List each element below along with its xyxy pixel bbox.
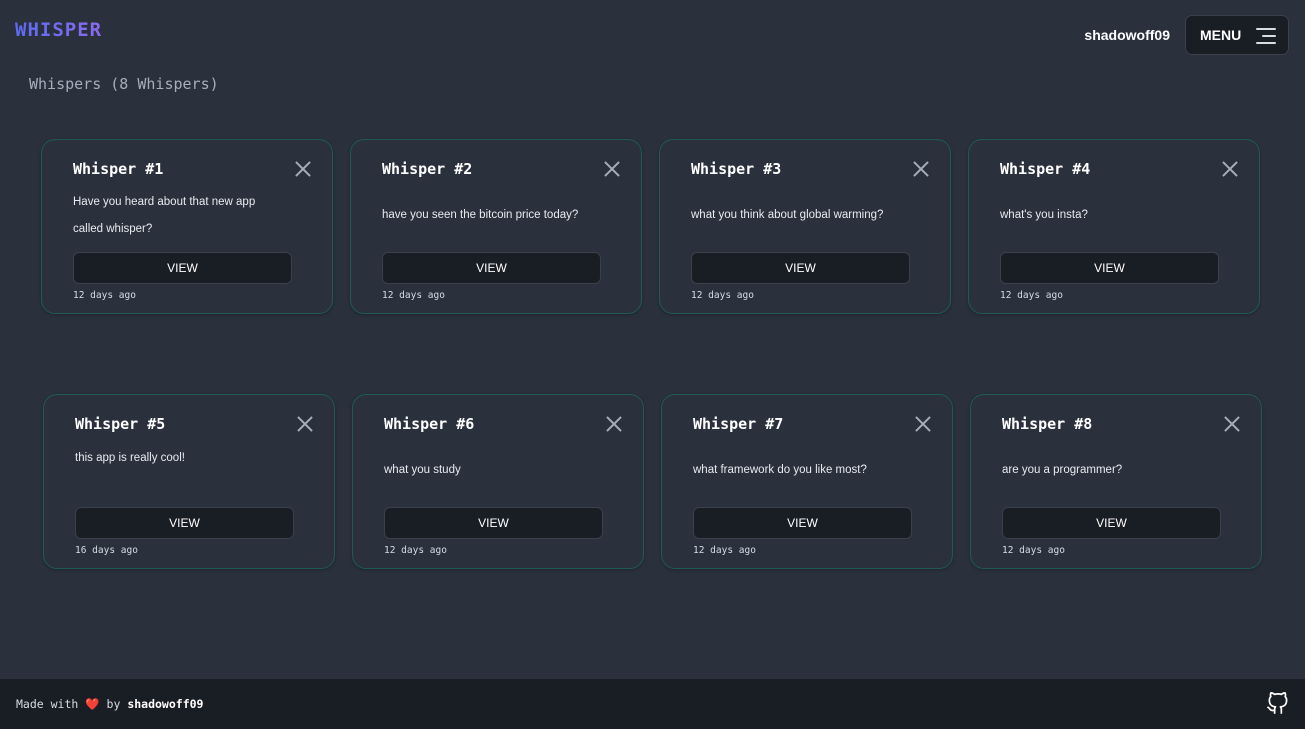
whisper-title: Whisper #8 bbox=[1002, 415, 1093, 433]
heart-icon: ❤️ bbox=[85, 697, 100, 711]
whisper-message: what framework do you like most? bbox=[693, 464, 867, 476]
footer-author-link[interactable]: shadowoff09 bbox=[127, 697, 203, 711]
view-button[interactable]: VIEW bbox=[382, 252, 601, 284]
whisper-timestamp: 12 days ago bbox=[1000, 290, 1063, 301]
whisper-title: Whisper #1 bbox=[73, 160, 164, 178]
whisper-message: what you think about global warming? bbox=[691, 209, 884, 221]
whisper-title: Whisper #6 bbox=[384, 415, 475, 433]
app-logo[interactable]: WHISPER bbox=[15, 19, 102, 41]
whisper-card: Whisper #6 what you study VIEW 12 days a… bbox=[352, 394, 644, 569]
whisper-message: are you a programmer? bbox=[1002, 464, 1123, 476]
whisper-message: Have you heard about that new app called… bbox=[73, 195, 256, 235]
menu-button-label: MENU bbox=[1200, 27, 1242, 43]
whisper-timestamp: 12 days ago bbox=[384, 545, 447, 556]
view-button[interactable]: VIEW bbox=[1000, 252, 1219, 284]
menu-button[interactable]: MENU bbox=[1185, 15, 1289, 55]
whisper-timestamp: 16 days ago bbox=[75, 545, 138, 556]
whisper-timestamp: 12 days ago bbox=[73, 290, 136, 301]
whisper-card: Whisper #1 Have you heard about that new… bbox=[41, 139, 333, 314]
hamburger-icon bbox=[1256, 27, 1276, 45]
whisper-message: what's you insta? bbox=[1000, 209, 1088, 221]
view-button[interactable]: VIEW bbox=[75, 507, 294, 539]
whisper-timestamp: 12 days ago bbox=[691, 290, 754, 301]
close-icon[interactable] bbox=[605, 415, 623, 433]
whisper-card: Whisper #7 what framework do you like mo… bbox=[661, 394, 953, 569]
whisper-title: Whisper #2 bbox=[382, 160, 473, 178]
close-icon[interactable] bbox=[1221, 160, 1239, 178]
whisper-message: what you study bbox=[384, 464, 461, 476]
view-button[interactable]: VIEW bbox=[384, 507, 603, 539]
close-icon[interactable] bbox=[914, 415, 932, 433]
view-button[interactable]: VIEW bbox=[693, 507, 912, 539]
page-title: Whispers (8 Whispers) bbox=[29, 75, 219, 93]
whisper-card: Whisper #4 what's you insta? VIEW 12 day… bbox=[968, 139, 1260, 314]
close-icon[interactable] bbox=[603, 160, 621, 178]
close-icon[interactable] bbox=[912, 160, 930, 178]
whisper-title: Whisper #4 bbox=[1000, 160, 1091, 178]
whisper-timestamp: 12 days ago bbox=[1002, 545, 1065, 556]
app-footer: Made with ❤️ by shadowoff09 bbox=[0, 679, 1305, 729]
whisper-timestamp: 12 days ago bbox=[693, 545, 756, 556]
whisper-title: Whisper #3 bbox=[691, 160, 782, 178]
close-icon[interactable] bbox=[296, 415, 314, 433]
view-button[interactable]: VIEW bbox=[1002, 507, 1221, 539]
footer-made-with: Made with bbox=[16, 697, 79, 711]
close-icon[interactable] bbox=[294, 160, 312, 178]
view-button[interactable]: VIEW bbox=[73, 252, 292, 284]
whisper-card: Whisper #8 are you a programmer? VIEW 12… bbox=[970, 394, 1262, 569]
whisper-card: Whisper #2 have you seen the bitcoin pri… bbox=[350, 139, 642, 314]
username-label: shadowoff09 bbox=[1084, 27, 1170, 43]
whisper-card: Whisper #5 this app is really cool! VIEW… bbox=[43, 394, 335, 569]
view-button[interactable]: VIEW bbox=[691, 252, 910, 284]
footer-by: by bbox=[106, 697, 121, 711]
whisper-message: this app is really cool! bbox=[75, 451, 185, 464]
github-icon[interactable] bbox=[1266, 692, 1289, 715]
whisper-timestamp: 12 days ago bbox=[382, 290, 445, 301]
footer-credit: Made with ❤️ by shadowoff09 bbox=[16, 697, 203, 711]
close-icon[interactable] bbox=[1223, 415, 1241, 433]
whisper-card: Whisper #3 what you think about global w… bbox=[659, 139, 951, 314]
whisper-message: have you seen the bitcoin price today? bbox=[382, 209, 579, 221]
whisper-title: Whisper #7 bbox=[693, 415, 784, 433]
